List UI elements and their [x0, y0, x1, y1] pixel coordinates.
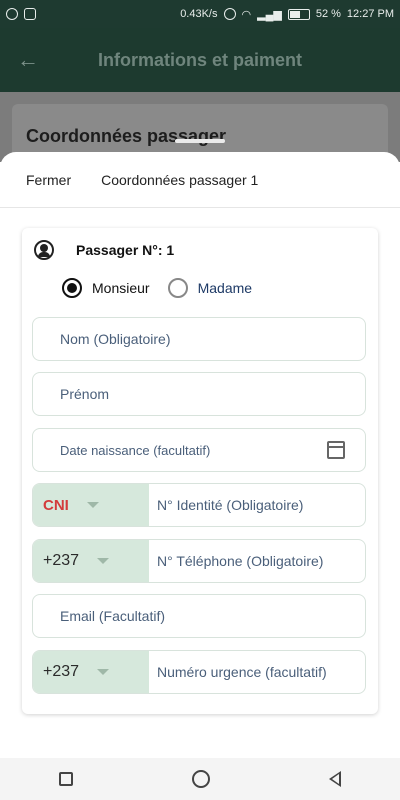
- battery-level: 52 %: [315, 8, 341, 20]
- id-field[interactable]: CNI N° Identité (Obligatoire): [32, 483, 366, 527]
- sheet-header: Fermer Coordonnées passager 1: [0, 152, 400, 208]
- nom-field[interactable]: Nom (Obligatoire): [32, 317, 366, 361]
- app-title: Informations et paiment: [97, 49, 303, 70]
- prenom-field[interactable]: Prénom: [32, 372, 366, 416]
- arrow-left-icon[interactable]: ←: [8, 47, 48, 73]
- home-icon[interactable]: [191, 770, 210, 788]
- network-speed: 0.43K/s: [180, 8, 218, 20]
- sheet-title: Coordonnées passager 1: [101, 171, 259, 188]
- navigation-bar: [0, 758, 400, 800]
- chevron-down-icon: [86, 502, 99, 508]
- notification-icon: [24, 8, 36, 20]
- wifi-icon: ◠: [241, 8, 252, 21]
- gender-radio-group: Monsieur Madame: [62, 278, 252, 298]
- id-number-placeholder: N° Identité (Obligatoire): [157, 497, 304, 513]
- urgence-code-value: +237: [43, 663, 80, 680]
- id-type-value: CNI: [43, 496, 69, 514]
- phone-placeholder: N° Téléphone (Obligatoire): [157, 553, 324, 569]
- calendar-icon[interactable]: [327, 441, 345, 459]
- clock: 12:27 PM: [346, 8, 394, 20]
- passenger-number: Passager N°: 1: [76, 242, 175, 258]
- id-type-select[interactable]: CNI: [33, 484, 149, 526]
- radio-madame[interactable]: [167, 278, 188, 298]
- phone-code-value: +237: [43, 552, 80, 569]
- prenom-placeholder: Prénom: [60, 386, 110, 402]
- alarm-icon: [223, 8, 236, 20]
- close-button[interactable]: Fermer: [26, 172, 71, 188]
- bottom-sheet: Fermer Coordonnées passager 1 Passager N…: [0, 152, 400, 758]
- phone-field[interactable]: +237 N° Téléphone (Obligatoire): [32, 539, 366, 583]
- signal-icon: ▂▄▆: [257, 8, 282, 21]
- email-placeholder: Email (Facultatif): [60, 608, 166, 624]
- radio-monsieur-label[interactable]: Monsieur: [92, 280, 150, 296]
- urgence-field[interactable]: +237 Numéro urgence (facultatif): [32, 650, 366, 694]
- birthdate-placeholder: Date naissance (facultatif): [60, 442, 211, 458]
- chevron-down-icon: [97, 558, 110, 564]
- battery-icon: [287, 8, 310, 20]
- nom-placeholder: Nom (Obligatoire): [60, 331, 171, 347]
- urgence-code-select[interactable]: +237: [33, 651, 149, 693]
- radio-monsieur[interactable]: [62, 278, 82, 298]
- chevron-down-icon: [97, 669, 110, 675]
- user-icon: [34, 240, 54, 260]
- radio-madame-label[interactable]: Madame: [198, 280, 252, 296]
- recent-apps-icon[interactable]: [59, 772, 74, 786]
- background-section-title: Coordonnées passager: [26, 126, 227, 146]
- birthdate-field[interactable]: Date naissance (facultatif): [32, 428, 366, 472]
- whatsapp-icon: [6, 8, 18, 20]
- phone-code-select[interactable]: +237: [33, 540, 149, 582]
- back-icon[interactable]: [328, 771, 341, 787]
- email-field[interactable]: Email (Facultatif): [32, 594, 366, 638]
- passenger-header: Passager N°: 1: [34, 240, 174, 260]
- app-bar: ← Informations et paiment: [0, 28, 400, 92]
- sheet-drag-handle[interactable]: [175, 139, 225, 143]
- passenger-card: Passager N°: 1 Monsieur Madame Nom (Obli…: [22, 228, 378, 714]
- status-bar: 0.43K/s ◠ ▂▄▆ 52 % 12:27 PM: [0, 0, 400, 28]
- urgence-placeholder: Numéro urgence (facultatif): [157, 664, 327, 680]
